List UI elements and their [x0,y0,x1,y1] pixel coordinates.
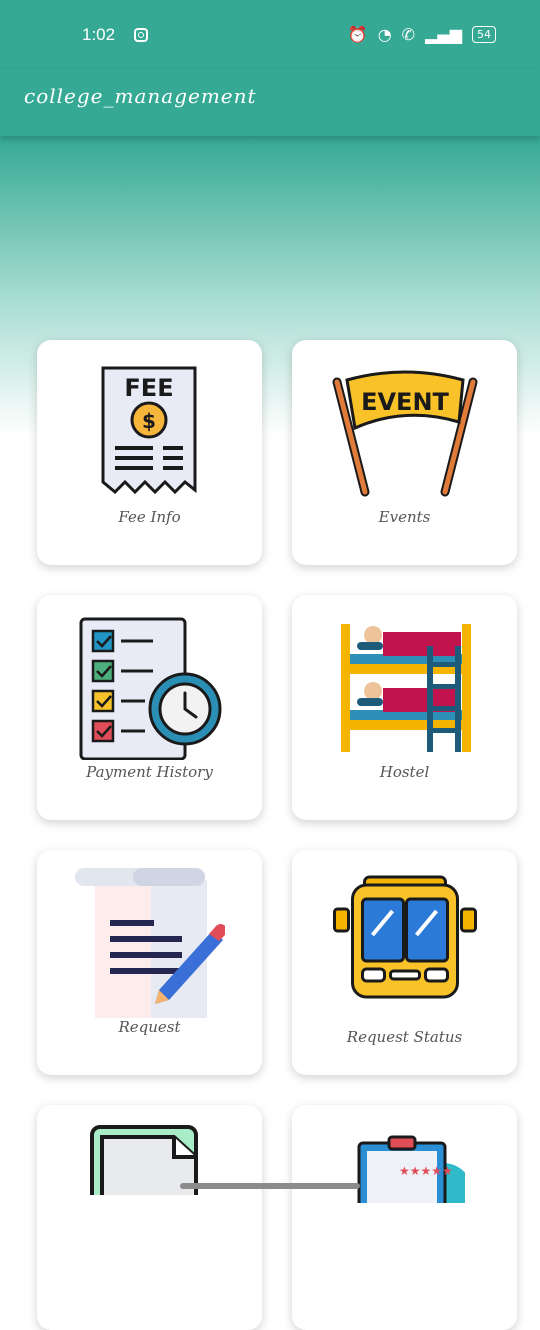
request-status-card[interactable]: Request Status [292,850,517,1075]
request-document-icon [74,868,225,1018]
payment-checklist-icon [79,617,221,760]
fee-icon-text: FEE [124,374,173,402]
hostel-label: Hostel [379,763,430,781]
status-time: 1:02 [82,25,116,44]
signal-icon: ▂▄▆ [425,25,462,44]
events-label: Events [378,508,431,526]
hostel-card[interactable]: Hostel [292,595,517,820]
request-status-label: Request Status [346,1028,463,1046]
fee-info-card[interactable]: FEE $ Fee Info [37,340,262,565]
clipboard-rating-icon: ★★★★★ [357,1135,465,1203]
app-title: college_management [24,84,257,108]
app-bar: college_management [0,70,540,136]
wifi-icon: ◔ [377,25,392,44]
call-icon: ✆ [401,25,416,44]
alarm-icon: ⏰ [347,25,368,44]
status-icons: ⏰ ◔ ✆ ▂▄▆ 54 [348,25,496,44]
events-card[interactable]: EVENT Events [292,340,517,565]
bus-icon [332,875,477,999]
fee-info-label: Fee Info [118,508,181,526]
gesture-nav-handle[interactable] [180,1183,360,1189]
document-card[interactable] [37,1105,262,1330]
request-label: Request [118,1018,181,1036]
event-banner-icon: EVENT [332,370,477,497]
payment-history-card[interactable]: Payment History [37,595,262,820]
payment-history-label: Payment History [86,763,213,781]
status-bar: 1:02 ⏰ ◔ ✆ ▂▄▆ 54 [0,0,540,70]
request-card[interactable]: Request [37,850,262,1075]
fee-receipt-icon: FEE $ [101,366,196,495]
instagram-icon [134,28,148,42]
event-icon-text: EVENT [361,388,449,416]
svg-text:$: $ [142,409,156,433]
svg-text:★★★★★: ★★★★★ [399,1164,453,1178]
battery-icon: 54 [472,26,496,43]
bunk-bed-icon [340,624,471,752]
clipboard-card[interactable]: ★★★★★ [292,1105,517,1330]
